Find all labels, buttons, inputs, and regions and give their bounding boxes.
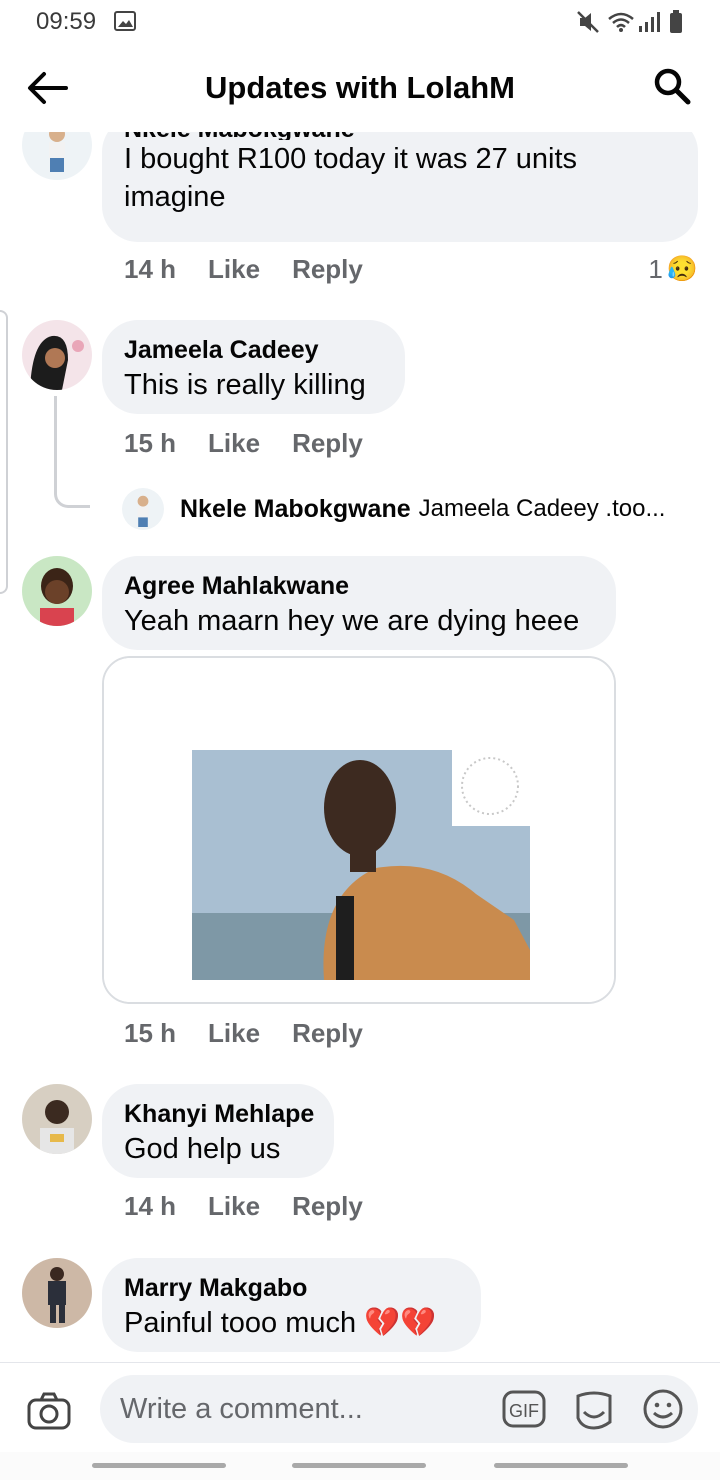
comment-author[interactable]: Agree Mahlakwane (124, 570, 594, 602)
comment-bubble[interactable]: Jameela Cadeey This is really killing (102, 320, 405, 414)
gallery-notification-icon (114, 11, 136, 31)
battery-icon (670, 10, 682, 33)
wifi-icon (608, 12, 634, 32)
comment-time: 15 h (124, 428, 177, 458)
system-nav-bar (0, 1452, 720, 1480)
person-icon (40, 568, 74, 626)
comment-author[interactable]: Jameela Cadeey (124, 334, 383, 366)
avatar-marry[interactable] (22, 1258, 92, 1328)
signal-icon (639, 12, 660, 32)
person-icon (40, 1100, 74, 1154)
mute-icon (577, 11, 599, 33)
emoji-icon[interactable] (642, 1388, 684, 1430)
reply-button[interactable]: Reply (292, 1018, 363, 1048)
person-icon (49, 132, 65, 172)
reply-button[interactable]: Reply (292, 428, 363, 458)
top-app-bar: Updates with LolahM (0, 44, 720, 132)
comment-text: Yeah maarn hey we are dying heee (124, 605, 580, 637)
person-icon (48, 1267, 66, 1323)
avatar-nkele[interactable] (22, 132, 92, 180)
reply-button[interactable]: Reply (292, 254, 363, 284)
comment-image-attachment[interactable] (102, 656, 616, 1004)
comment-time: 14 h (124, 254, 177, 284)
comment-actions: 15 h Like Reply (124, 1018, 395, 1049)
reaction-count: 1 (648, 254, 663, 284)
comment-time: 15 h (124, 1018, 177, 1048)
like-button[interactable]: Like (208, 1191, 260, 1221)
avatar-nkele-small (122, 488, 164, 530)
comment-bubble[interactable]: Agree Mahlakwane Yeah maarn hey we are d… (102, 556, 616, 650)
sad-reaction-icon: 😥 (666, 255, 698, 283)
sticker-icon[interactable] (572, 1388, 616, 1432)
avatar-khanyi[interactable] (22, 1084, 92, 1154)
like-button[interactable]: Like (208, 428, 260, 458)
comment-text: This is really killing (124, 369, 366, 401)
thread-connector (0, 310, 8, 594)
search-icon[interactable] (652, 66, 692, 106)
comment-bubble[interactable]: Marry Makgabo Painful tooo much 💔💔 (102, 1258, 481, 1352)
gif-icon[interactable]: GIF (502, 1390, 546, 1428)
nav-back-handle[interactable] (494, 1463, 628, 1468)
comment-text: Painful tooo much 💔💔 (124, 1307, 437, 1339)
person-icon (30, 335, 84, 390)
reply-connector (54, 396, 90, 508)
comment-author[interactable]: Khanyi Mehlape (124, 1098, 314, 1130)
like-button[interactable]: Like (208, 254, 260, 284)
comment-text: God help us (124, 1133, 281, 1165)
comment-author[interactable]: Nkele Mabokgwane (124, 132, 676, 140)
comment-bubble[interactable]: Nkele Mabokgwane I bought R100 today it … (102, 132, 698, 242)
comments-feed[interactable]: Nkele Mabokgwane I bought R100 today it … (0, 132, 720, 1362)
comment-actions: 14 h Like Reply (124, 254, 395, 285)
comment-actions: 15 h Like Reply (124, 428, 395, 459)
like-button[interactable]: Like (208, 1018, 260, 1048)
reaction-summary[interactable]: 1 😥 (648, 254, 698, 285)
status-icons (576, 8, 686, 36)
comment-text: I bought R100 today it was 27 units imag… (124, 143, 578, 213)
reply-author: Nkele Mabokgwane (180, 494, 411, 523)
avatar-agree[interactable] (22, 556, 92, 626)
comment-time: 14 h (124, 1191, 177, 1221)
status-bar: 09:59 (0, 0, 720, 44)
meme-photo (104, 658, 614, 1002)
camera-icon[interactable] (26, 1391, 72, 1431)
page-title: Updates with LolahM (205, 70, 515, 105)
comment-author[interactable]: Marry Makgabo (124, 1272, 459, 1304)
comment-composer: Write a comment... GIF (0, 1362, 720, 1452)
person-icon (137, 495, 149, 527)
reply-button[interactable]: Reply (292, 1191, 363, 1221)
nav-home-handle[interactable] (292, 1463, 426, 1468)
status-time: 09:59 (36, 8, 97, 35)
nav-recents-handle[interactable] (92, 1463, 226, 1468)
comment-actions: 14 h Like Reply (124, 1191, 395, 1222)
reply-snippet: Jameela Cadeey .too... (418, 495, 666, 522)
gif-label: GIF (509, 1401, 539, 1421)
reply-preview[interactable]: Nkele Mabokgwane Jameela Cadeey .too... (122, 488, 665, 530)
avatar-jameela[interactable] (22, 320, 92, 390)
comment-bubble[interactable]: Khanyi Mehlape God help us (102, 1084, 334, 1178)
